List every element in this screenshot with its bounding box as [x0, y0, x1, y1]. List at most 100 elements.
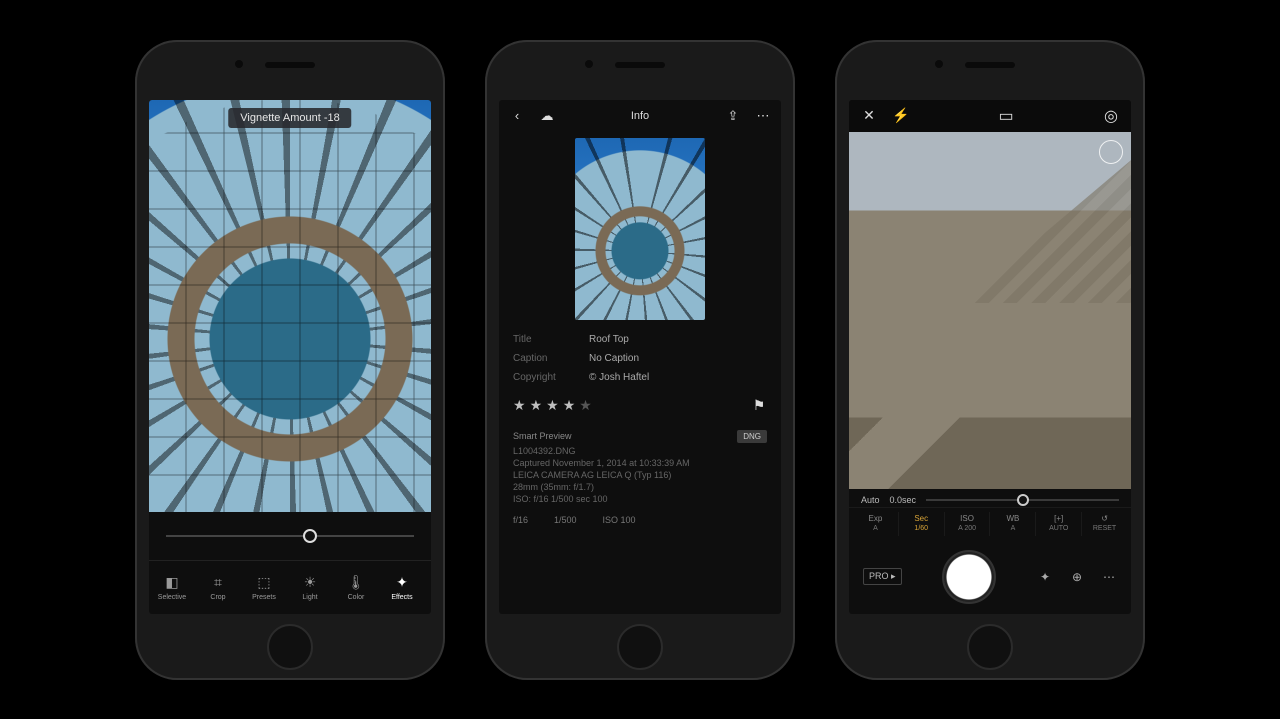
star-2[interactable]: ★ [530, 397, 543, 414]
camera-option-icon-0[interactable]: ✦ [1037, 569, 1053, 585]
star-1[interactable]: ★ [513, 397, 526, 414]
home-button[interactable] [267, 624, 313, 670]
param-[interactable]: ↺RESET [1082, 512, 1127, 535]
crop-icon: ⌗ [209, 573, 227, 591]
cloud-icon[interactable]: ☁ [539, 108, 555, 124]
detail-line: L1004392.DNG [499, 445, 781, 457]
presets-icon: ⬚ [255, 573, 273, 591]
slider-track [166, 535, 414, 537]
meta-row-copyright[interactable]: Copyright © Josh Haftel [499, 368, 781, 387]
star-5[interactable]: ★ [579, 397, 592, 414]
meta-row-title[interactable]: TitleRoof Top [499, 330, 781, 349]
param-value: 1/60 [899, 524, 944, 533]
rating-row: ★★★★★ ⚑ [499, 387, 781, 424]
exposure-slider[interactable] [926, 499, 1119, 501]
shutter-button[interactable] [942, 550, 996, 604]
tool-label: Selective [158, 594, 186, 601]
more-icon[interactable]: ⋯ [755, 108, 771, 124]
meta-value: © Josh Haftel [589, 372, 649, 383]
param-label: ↺ [1082, 514, 1127, 524]
param-label: WB [990, 514, 1035, 524]
flag-icon[interactable]: ⚑ [751, 397, 767, 413]
param-label: Exp [853, 514, 898, 524]
exposure-thumb[interactable] [1017, 494, 1029, 506]
seconds-label: 0.0sec [890, 495, 917, 505]
thumbnail-content [575, 138, 705, 320]
viewfinder-scene [849, 132, 1131, 490]
tool-light[interactable]: ☀Light [287, 561, 333, 614]
home-button[interactable] [967, 624, 1013, 670]
exif-iso: ISO 100 [603, 515, 636, 525]
param-value: A [990, 524, 1035, 533]
tool-effects[interactable]: ✦ Effects [379, 561, 425, 614]
star-4[interactable]: ★ [563, 397, 576, 414]
tool-label: Light [302, 594, 317, 601]
shutter-row: PRO ▸ ✦ ⊕ ⋯ [849, 544, 1131, 614]
share-icon[interactable]: ⇪ [725, 108, 741, 124]
meta-label: Caption [513, 353, 571, 364]
adjustment-tooltip: Vignette Amount -18 [228, 108, 351, 128]
phone-front-camera [235, 60, 243, 68]
meta-label: Copyright [513, 372, 571, 383]
close-icon[interactable]: ✕ [861, 108, 877, 124]
tool-label: Color [348, 594, 365, 601]
auto-label: Auto [861, 495, 880, 505]
param-value: RESET [1082, 524, 1127, 533]
star-3[interactable]: ★ [546, 397, 559, 414]
tool-label: Effects [391, 594, 412, 601]
flash-icon[interactable]: ⚡ [893, 108, 909, 124]
param-label: [+] [1036, 514, 1081, 524]
phone-speaker [265, 62, 315, 68]
home-button[interactable] [617, 624, 663, 670]
param-label: ISO [945, 514, 990, 524]
pro-mode-chip[interactable]: PRO ▸ [863, 568, 902, 585]
param-exp[interactable]: ExpA [853, 512, 899, 535]
phone-effects-editor: Vignette Amount -18 ◧ Selective ⌗ Crop ⬚ Pres… [135, 40, 445, 680]
param-[interactable]: [+]AUTO [1036, 512, 1082, 535]
camera-params: ExpASec1/60ISOA 200WBA[+]AUTO↺RESET [849, 507, 1131, 543]
phone-front-camera [935, 60, 943, 68]
edit-toolbar: ◧ Selective ⌗ Crop ⬚ Presets ☀Light🌡Color ✦ Effe… [149, 560, 431, 614]
exif-row: f/16 1/500 ISO 100 [499, 505, 781, 535]
meta-row-caption[interactable]: Caption No Caption [499, 349, 781, 368]
adjustment-slider[interactable] [149, 512, 431, 560]
param-value: A [853, 524, 898, 533]
tool-label: Crop [210, 594, 225, 601]
screen-effects: Vignette Amount -18 ◧ Selective ⌗ Crop ⬚ Pres… [149, 100, 431, 614]
tool-selective[interactable]: ◧ Selective [149, 561, 195, 614]
star-rating[interactable]: ★★★★★ [513, 397, 741, 414]
camera-viewfinder[interactable] [849, 132, 1131, 490]
phone-info-panel: ‹ ☁ Info ⇪ ⋯ TitleRoof Top Caption No Capt… [485, 40, 795, 680]
photo-glass-grid [149, 100, 431, 512]
meta-value: No Caption [589, 353, 639, 364]
param-value: A 200 [945, 524, 990, 533]
camera-option-icon-2[interactable]: ⋯ [1101, 569, 1117, 585]
meta-label: Title [513, 334, 571, 345]
smart-preview-label: Smart Preview [513, 431, 572, 441]
tool-label: Presets [252, 594, 276, 601]
tool-optics[interactable]: ◑Optics [425, 561, 431, 614]
param-sec[interactable]: Sec1/60 [899, 512, 945, 535]
param-iso[interactable]: ISOA 200 [945, 512, 991, 535]
tool-crop[interactable]: ⌗ Crop [195, 561, 241, 614]
exif-shutter: 1/500 [554, 515, 577, 525]
phone-speaker [965, 62, 1015, 68]
edited-photo-viewport[interactable]: Vignette Amount -18 [149, 100, 431, 512]
tool-color[interactable]: 🌡Color [333, 561, 379, 614]
detail-line: 28mm (35mm: f/1.7) [499, 481, 781, 493]
info-topbar: ‹ ☁ Info ⇪ ⋯ [499, 100, 781, 132]
back-icon[interactable]: ‹ [509, 108, 525, 124]
info-thumbnail[interactable] [575, 138, 705, 320]
tool-presets[interactable]: ⬚ Presets [241, 561, 287, 614]
slider-thumb[interactable] [303, 529, 317, 543]
selective-icon: ◧ [163, 573, 181, 591]
switch-camera-icon[interactable]: ◎ [1103, 108, 1119, 124]
phone-front-camera [585, 60, 593, 68]
exposure-slider-row: Auto 0.0sec [849, 489, 1131, 507]
effects-icon: ✦ [393, 573, 411, 591]
param-wb[interactable]: WBA [990, 512, 1036, 535]
aspect-mode-icon[interactable]: ▭ [998, 108, 1014, 124]
detail-line: Captured November 1, 2014 at 10:33:39 AM [499, 457, 781, 469]
camera-option-icon-1[interactable]: ⊕ [1069, 569, 1085, 585]
param-value: AUTO [1036, 524, 1081, 533]
